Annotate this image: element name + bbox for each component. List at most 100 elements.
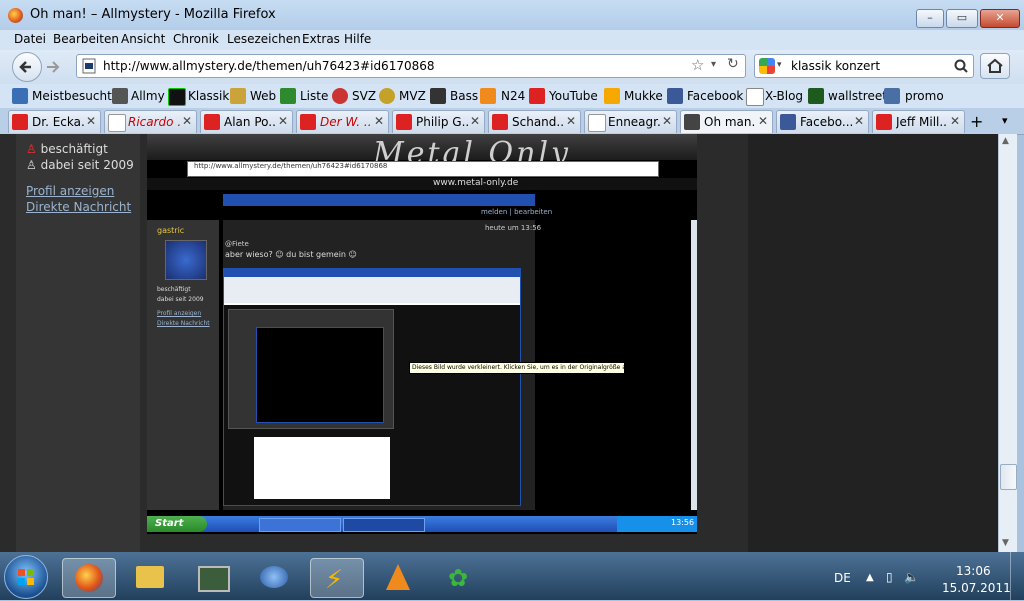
youtube-icon	[396, 114, 412, 130]
profile-link[interactable]: Profil anzeigen	[26, 184, 114, 198]
page-icon	[82, 58, 96, 74]
network-icon[interactable]: ▯	[886, 570, 893, 584]
bookmark-promo[interactable]: promo	[905, 89, 944, 103]
bookmark-mvz[interactable]: MVZ	[399, 89, 426, 103]
menu-ansicht[interactable]: Ansicht	[121, 32, 165, 46]
back-button[interactable]	[12, 52, 42, 82]
bookmark-svz[interactable]: SVZ	[352, 89, 376, 103]
firefox-icon	[75, 564, 103, 592]
forward-button[interactable]	[44, 58, 62, 76]
url-dropdown-icon[interactable]: ▾	[711, 59, 716, 70]
embedded-screenshot[interactable]: Metal Only http://www.allmystery.de/them…	[147, 134, 697, 534]
tab-item-active[interactable]: Oh man...✕	[680, 110, 773, 133]
scroll-thumb[interactable]	[1000, 464, 1017, 490]
folder-icon	[136, 566, 164, 588]
bookmark-x-blog[interactable]: X-Blog	[765, 89, 803, 103]
menu-bearbeiten[interactable]: Bearbeiten	[53, 32, 119, 46]
bookmark-allmy[interactable]: Allmy	[131, 89, 165, 103]
tab-item[interactable]: Alan Po... ✕	[200, 110, 293, 133]
bookmark-n24[interactable]: N24	[501, 89, 525, 103]
tab-item[interactable]: Ricardo ...✕	[104, 110, 197, 133]
bookmark-web[interactable]: Web	[250, 89, 276, 103]
tab-item[interactable]: Enneagr...✕	[584, 110, 677, 133]
taskbar-winamp[interactable]: ⚡	[310, 558, 364, 598]
youtube-icon	[300, 114, 316, 130]
search-bar[interactable]: ▾ klassik konzert	[754, 54, 974, 78]
show-desktop-button[interactable]	[1010, 552, 1024, 600]
tab-close-icon[interactable]: ✕	[854, 114, 864, 128]
tab-close-icon[interactable]: ✕	[470, 114, 480, 128]
sun-icon	[332, 88, 348, 104]
clock-date[interactable]: 15.07.2011	[942, 581, 1011, 595]
search-input[interactable]: klassik konzert	[791, 59, 880, 73]
nested-screenshot	[223, 268, 521, 506]
home-button[interactable]	[980, 53, 1010, 79]
home-icon	[987, 58, 1003, 73]
bookmark-meistbesucht[interactable]: Meistbesucht	[32, 89, 112, 103]
taskbar-firefox[interactable]	[62, 558, 116, 598]
facebook-icon	[780, 114, 796, 130]
tab-close-icon[interactable]: ✕	[758, 114, 768, 128]
forward-arrow-icon	[47, 61, 60, 73]
clock-time[interactable]: 13:06	[956, 564, 991, 578]
taskbar-thunderbird[interactable]	[248, 558, 300, 596]
tab-close-icon[interactable]: ✕	[86, 114, 96, 128]
engine-dropdown-icon[interactable]: ▾	[777, 60, 782, 70]
frog-icon	[280, 88, 296, 104]
bookmark-mukke[interactable]: Mukke	[624, 89, 663, 103]
bookmark-bass[interactable]: Bass	[450, 89, 478, 103]
url-text: http://www.allmystery.de/themen/uh76423#…	[103, 59, 435, 73]
minimize-button[interactable]: –	[916, 9, 944, 28]
avatar	[165, 240, 207, 280]
bookmark-liste[interactable]: Liste	[300, 89, 328, 103]
url-bar[interactable]: http://www.allmystery.de/themen/uh76423#…	[76, 54, 746, 78]
vertical-scrollbar[interactable]: ▲ ▼	[998, 134, 1017, 552]
tab-close-icon[interactable]: ✕	[182, 114, 192, 128]
youtube-icon	[12, 114, 28, 130]
menu-hilfe[interactable]: Hilfe	[344, 32, 371, 46]
bookmark-klassik[interactable]: Klassik	[188, 89, 229, 103]
language-indicator[interactable]: DE	[834, 571, 851, 585]
tab-item[interactable]: Der W. ... ✕	[296, 110, 389, 133]
taskbar-icq[interactable]: ✿	[434, 558, 486, 596]
inner-timestamp: heute um 13:56	[485, 224, 542, 232]
tab-item[interactable]: Dr. Ecka...✕	[8, 110, 101, 133]
search-icon[interactable]	[953, 58, 969, 74]
tab-item[interactable]: Jeff Mill... ✕	[872, 110, 965, 133]
menu-lesezeichen[interactable]: Lesezeichen	[227, 32, 301, 46]
bookmark-youtube[interactable]: YouTube	[549, 89, 598, 103]
speaker-icon[interactable]: 🔈	[904, 570, 919, 584]
tab-close-icon[interactable]: ✕	[566, 114, 576, 128]
taskbar-vlc[interactable]	[372, 558, 424, 596]
close-button[interactable]: ✕	[980, 9, 1020, 28]
tab-close-icon[interactable]: ✕	[278, 114, 288, 128]
bookmark-wallstreet[interactable]: wallstreet	[828, 89, 887, 103]
tab-list-icon[interactable]: ▾	[1002, 114, 1008, 127]
inner-links: melden | bearbeiten	[481, 208, 553, 216]
taskbar-app[interactable]	[186, 558, 238, 596]
menu-datei[interactable]: Datei	[14, 32, 46, 46]
start-button[interactable]	[4, 555, 48, 599]
tab-item[interactable]: Philip G... ✕	[392, 110, 485, 133]
maximize-button[interactable]: ▭	[946, 9, 978, 28]
bookmark-facebook[interactable]: Facebook	[687, 89, 743, 103]
tab-close-icon[interactable]: ✕	[374, 114, 384, 128]
tray-expand-icon[interactable]: ▲	[866, 572, 874, 583]
resize-notice: Dieses Bild wurde verkleinert. Klicken S…	[409, 362, 625, 374]
tab-close-icon[interactable]: ✕	[662, 114, 672, 128]
taskbar-explorer[interactable]	[124, 558, 176, 596]
message-link[interactable]: Direkte Nachricht	[26, 200, 131, 214]
menu-chronik[interactable]: Chronik	[173, 32, 219, 46]
flower-icon: ✿	[448, 564, 469, 592]
menu-extras[interactable]: Extras	[302, 32, 340, 46]
yellow-square-icon	[604, 88, 620, 104]
reload-icon[interactable]: ↻	[727, 56, 739, 72]
windows-taskbar: ⚡ ✿ DE ▲ ▯ 🔈 13:06 15.07.2011	[0, 552, 1024, 600]
bookmark-star-icon[interactable]: ☆	[691, 56, 704, 74]
new-tab-button[interactable]: +	[970, 112, 983, 131]
tab-close-icon[interactable]: ✕	[950, 114, 960, 128]
tab-item[interactable]: Facebo... ✕	[776, 110, 869, 133]
tab-item[interactable]: Schand... ✕	[488, 110, 581, 133]
inner-taskbar: Start 13:56	[147, 516, 697, 532]
mail-icon	[260, 566, 288, 588]
